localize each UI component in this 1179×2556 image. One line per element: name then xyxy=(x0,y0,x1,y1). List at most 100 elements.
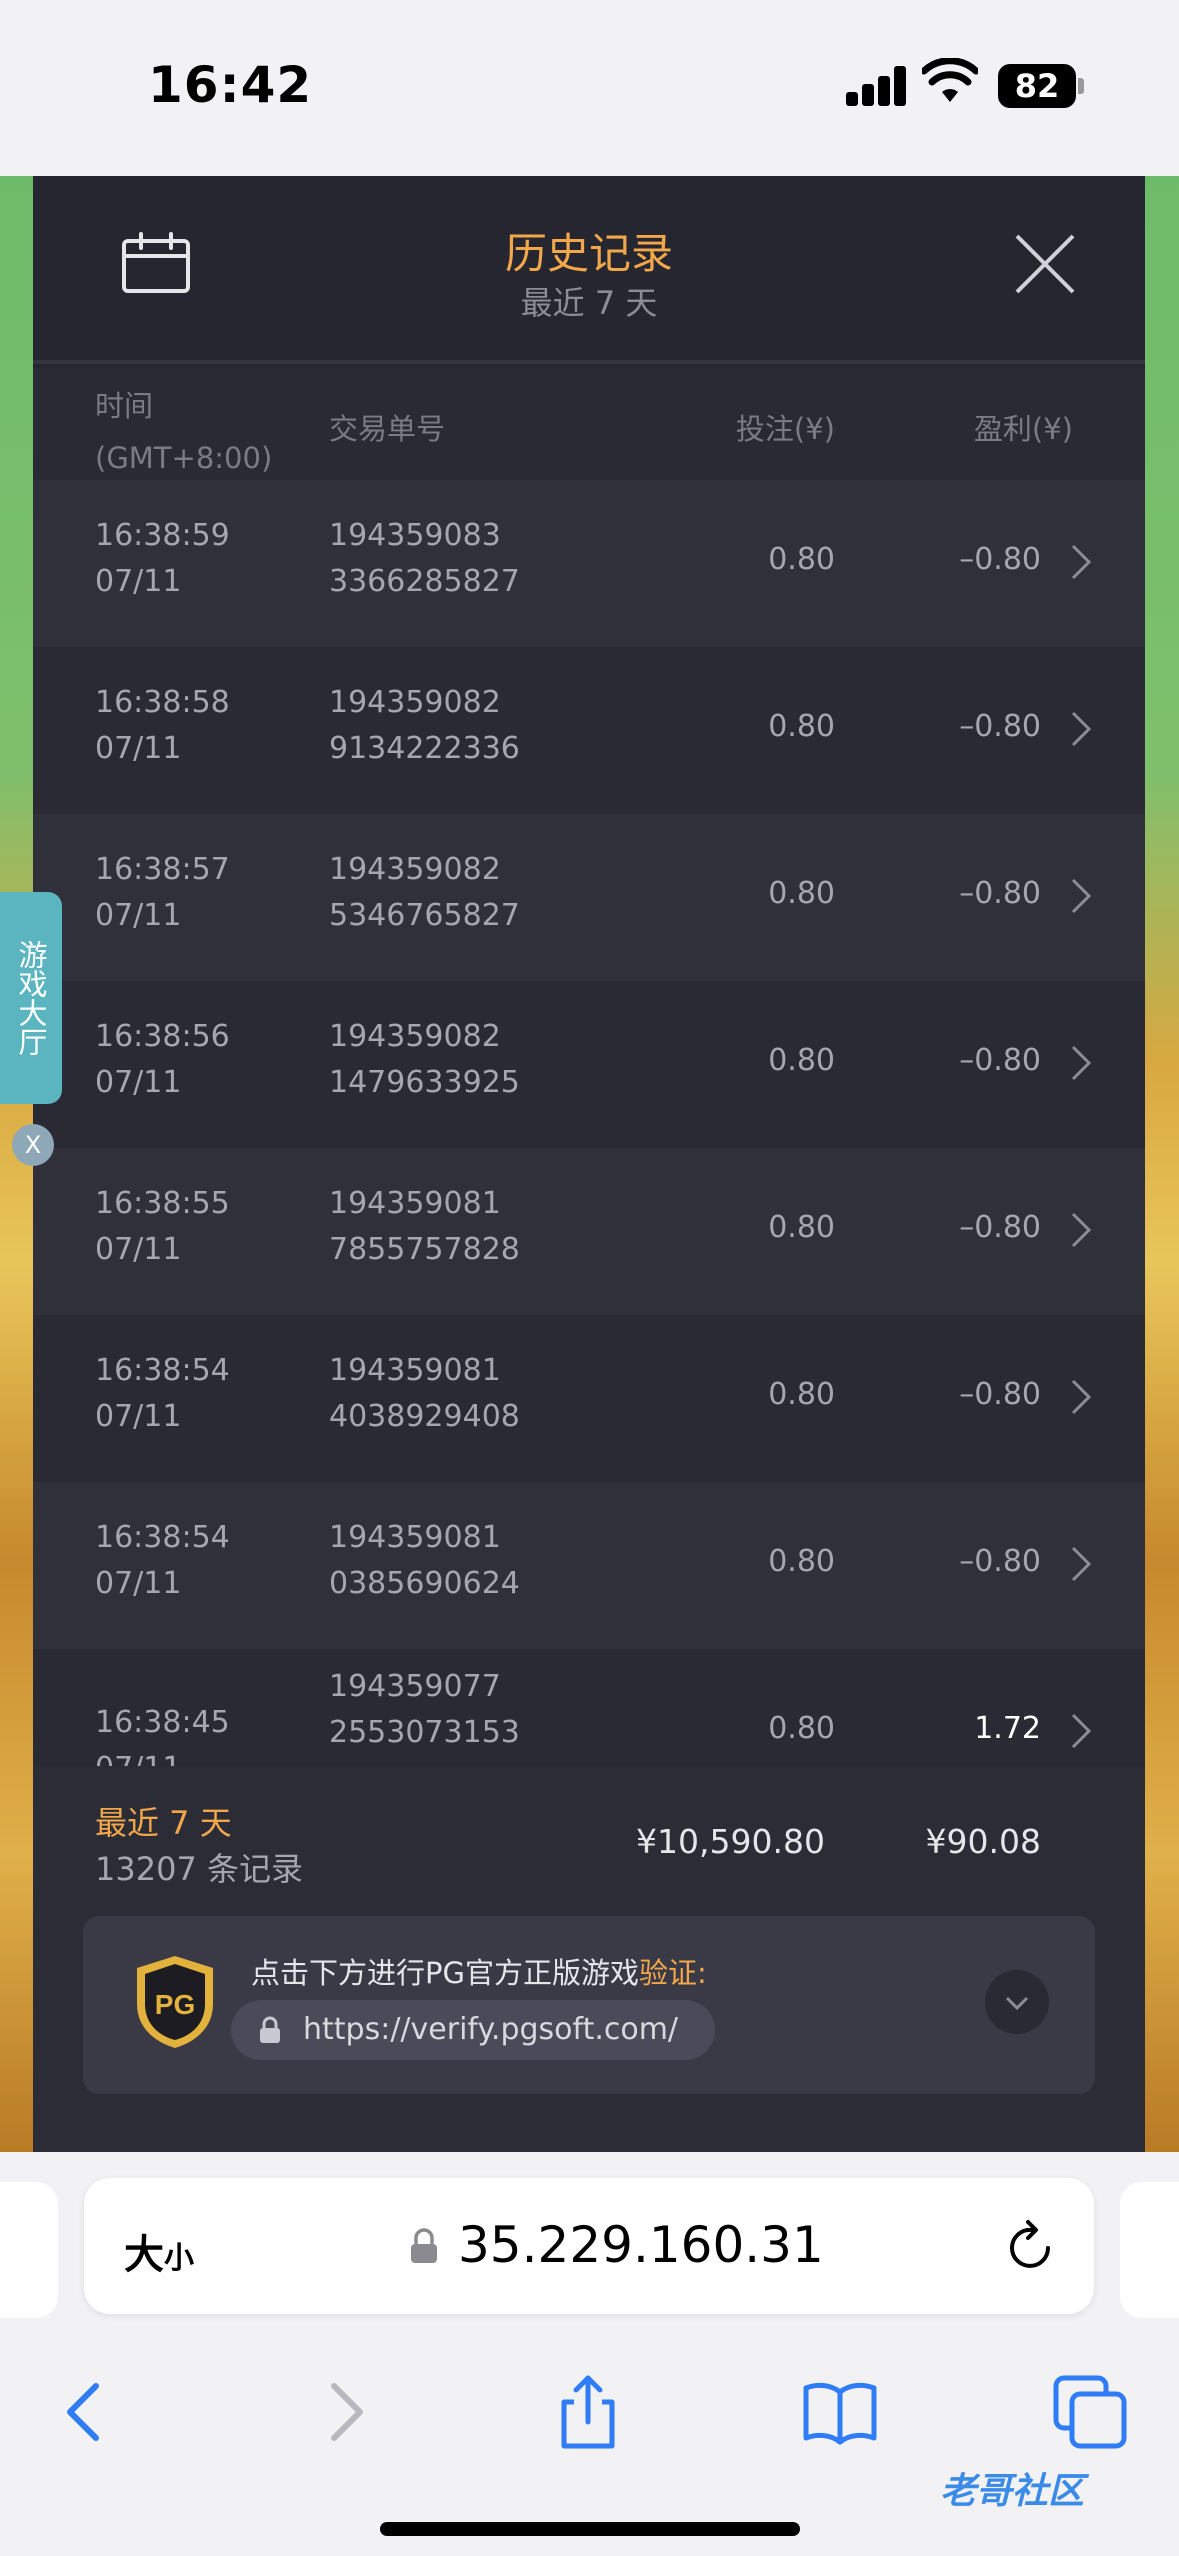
history-row[interactable]: 16:38:59 07/11 194359083 3366285827 0.80… xyxy=(33,480,1145,647)
wifi-icon xyxy=(922,58,978,102)
verify-accent: 验证: xyxy=(638,1956,707,1990)
text-size-button[interactable]: 大小 xyxy=(124,2222,194,2280)
row-profit: –0.80 xyxy=(959,1377,1041,1412)
verify-prompt: 点击下方进行PG官方正版游戏 xyxy=(251,1956,639,1990)
row-date: 07/11 xyxy=(95,731,182,766)
cellular-signal-icon xyxy=(846,66,908,106)
address-url: 35.229.160.31 xyxy=(458,2216,824,2274)
row-txn-part2: 5346765827 xyxy=(329,898,520,933)
back-icon[interactable] xyxy=(48,2372,128,2452)
history-row[interactable]: 16:38:57 07/11 194359082 5346765827 0.80… xyxy=(33,814,1145,981)
panel-header: 历史记录 最近 7 天 xyxy=(33,176,1145,364)
verify-url-link[interactable]: https://verify.pgsoft.com/ xyxy=(231,2000,715,2060)
row-txn-part1: 194359082 xyxy=(329,685,501,720)
battery-tip xyxy=(1078,78,1084,94)
row-bet: 0.80 xyxy=(768,1210,835,1245)
row-profit: –0.80 xyxy=(959,1043,1041,1078)
chevron-right-icon[interactable] xyxy=(1069,1544,1093,1584)
status-time: 16:42 xyxy=(148,56,313,114)
pg-shield-logo: PG xyxy=(137,1956,213,2048)
row-profit: 1.72 xyxy=(974,1711,1041,1746)
game-lobby-tab[interactable]: 游戏大厅 xyxy=(0,892,62,1104)
forward-icon[interactable] xyxy=(302,2372,382,2452)
row-txn-part1: 194359077 xyxy=(329,1669,501,1704)
row-date: 07/11 xyxy=(95,564,182,599)
row-bet: 0.80 xyxy=(768,1377,835,1412)
row-txn-part2: 4038929408 xyxy=(329,1399,520,1434)
history-row[interactable]: 16:38:45 07/11 194359077 2553073153 0.80… xyxy=(33,1649,1145,1766)
history-row[interactable]: 16:38:55 07/11 194359081 7855757828 0.80… xyxy=(33,1148,1145,1315)
row-profit: –0.80 xyxy=(959,1544,1041,1579)
history-row[interactable]: 16:38:58 07/11 194359082 9134222336 0.80… xyxy=(33,647,1145,814)
row-time: 16:38:54 xyxy=(95,1520,230,1555)
chevron-right-icon[interactable] xyxy=(1069,876,1093,916)
row-date: 07/11 xyxy=(95,898,182,933)
share-icon[interactable] xyxy=(548,2372,628,2452)
row-txn-part2: 7855757828 xyxy=(329,1232,520,1267)
time-header-label: 时间 xyxy=(95,389,154,423)
profit-column-header: 盈利(¥) xyxy=(973,412,1073,446)
row-time: 16:38:45 xyxy=(95,1705,230,1740)
timezone-label: (GMT+8:00) xyxy=(95,441,273,475)
chevron-right-icon[interactable] xyxy=(1069,542,1093,582)
row-txn-part1: 194359081 xyxy=(329,1520,501,1555)
column-header: 时间 (GMT+8:00) 交易单号 投注(¥) 盈利(¥) xyxy=(33,368,1145,480)
chevron-right-icon[interactable] xyxy=(1069,709,1093,749)
chevron-right-icon[interactable] xyxy=(1069,1043,1093,1083)
row-bet: 0.80 xyxy=(768,1043,835,1078)
chevron-right-icon[interactable] xyxy=(1069,1377,1093,1417)
row-bet: 0.80 xyxy=(768,876,835,911)
tabs-icon[interactable] xyxy=(1050,2372,1130,2452)
side-tab-close-button[interactable]: X xyxy=(12,1124,54,1166)
txn-column-header: 交易单号 xyxy=(329,412,446,446)
row-profit: –0.80 xyxy=(959,1210,1041,1245)
row-date: 07/11 xyxy=(95,1566,182,1601)
row-txn-part1: 194359082 xyxy=(329,1019,501,1054)
bookmarks-icon[interactable] xyxy=(800,2372,880,2452)
row-date: 07/11 xyxy=(95,1065,182,1100)
browser-toolbar xyxy=(0,2352,1179,2472)
row-txn-part1: 194359081 xyxy=(329,1186,501,1221)
history-row[interactable]: 16:38:56 07/11 194359082 1479633925 0.80… xyxy=(33,981,1145,1148)
row-date: 07/11 xyxy=(95,1399,182,1434)
bet-column-header: 投注(¥) xyxy=(735,412,835,446)
chevron-right-icon[interactable] xyxy=(1069,1210,1093,1250)
close-icon[interactable] xyxy=(1013,232,1077,296)
lock-icon xyxy=(411,2228,437,2263)
row-txn-part2: 0385690624 xyxy=(329,1566,520,1601)
next-tab-card[interactable] xyxy=(1120,2182,1179,2318)
battery-icon: 82 xyxy=(998,64,1076,108)
chevron-right-icon[interactable] xyxy=(1069,1711,1093,1751)
address-bar[interactable]: 大小 35.229.160.31 xyxy=(84,2178,1094,2314)
summary-total-profit: ¥90.08 xyxy=(925,1822,1041,1861)
history-list: 16:38:59 07/11 194359083 3366285827 0.80… xyxy=(33,480,1145,1766)
row-bet: 0.80 xyxy=(768,1544,835,1579)
previous-tab-card[interactable] xyxy=(0,2182,58,2318)
verify-url: https://verify.pgsoft.com/ xyxy=(303,2012,679,2047)
time-column-header: 时间 (GMT+8:00) xyxy=(95,380,272,484)
status-bar: 16:42 82 xyxy=(0,0,1179,176)
chevron-down-icon[interactable] xyxy=(985,1970,1049,2034)
row-profit: –0.80 xyxy=(959,709,1041,744)
row-txn-part1: 194359083 xyxy=(329,518,501,553)
history-panel: 历史记录 最近 7 天 时间 (GMT+8:00) 交易单号 投注(¥) 盈利(… xyxy=(33,176,1145,2152)
history-row[interactable]: 16:38:54 07/11 194359081 4038929408 0.80… xyxy=(33,1315,1145,1482)
history-row[interactable]: 16:38:54 07/11 194359081 0385690624 0.80… xyxy=(33,1482,1145,1649)
row-txn-part2: 3366285827 xyxy=(329,564,520,599)
row-time: 16:38:55 xyxy=(95,1186,230,1221)
row-txn-part2: 1479633925 xyxy=(329,1065,520,1100)
row-time: 16:38:58 xyxy=(95,685,230,720)
row-profit: –0.80 xyxy=(959,542,1041,577)
row-time: 16:38:56 xyxy=(95,1019,230,1054)
watermark: 老哥社区 xyxy=(940,2471,1085,2512)
row-txn-part2: 9134222336 xyxy=(329,731,520,766)
summary-record-count: 13207 条记录 xyxy=(95,1850,303,1888)
summary-total-bet: ¥10,590.80 xyxy=(636,1822,825,1861)
row-time: 16:38:54 xyxy=(95,1353,230,1388)
reload-icon[interactable] xyxy=(1002,2218,1058,2274)
verify-banner[interactable]: PG 点击下方进行PG官方正版游戏验证: https://verify.pgso… xyxy=(83,1916,1095,2094)
panel-subtitle[interactable]: 最近 7 天 xyxy=(33,278,1145,324)
lock-icon xyxy=(260,2016,280,2043)
svg-text:PG: PG xyxy=(155,1989,195,2020)
row-bet: 0.80 xyxy=(768,709,835,744)
